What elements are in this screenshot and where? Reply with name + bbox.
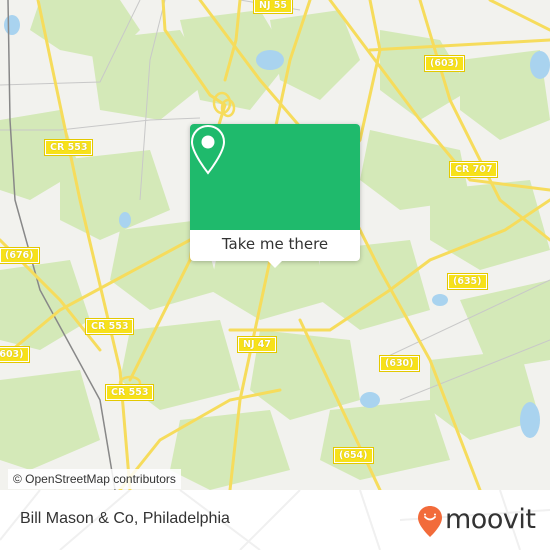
road-label-cr553: CR 553 (84, 318, 135, 335)
moovit-wordmark: moovit (445, 504, 536, 535)
road-label-603: (603) (424, 55, 465, 72)
osm-attribution[interactable]: © OpenStreetMap contributors (8, 469, 181, 489)
footer-bar: Bill Mason & Co, Philadelphia moovit (0, 490, 550, 550)
moovit-pin-icon (418, 506, 442, 537)
moovit-logo[interactable]: moovit (417, 503, 537, 537)
road-label-nj47: NJ 47 (236, 336, 278, 353)
map-view[interactable]: NJ 55 CR 553 CR 553 CR 553 (603) CR 707 … (0, 0, 550, 490)
road-label-603: (603) (0, 346, 30, 363)
road-label-cr553: CR 553 (104, 384, 155, 401)
popup-header (190, 124, 360, 230)
road-label-654: (654) (333, 447, 374, 464)
place-name: Bill Mason & Co, Philadelphia (20, 510, 230, 527)
location-popup: Take me there (190, 124, 360, 268)
road-label-cr553: CR 553 (43, 139, 94, 156)
road-label-cr707: CR 707 (448, 161, 499, 178)
map-pin-icon (190, 124, 226, 175)
road-label-635: (635) (447, 273, 488, 290)
take-me-there-button[interactable]: Take me there (190, 230, 360, 261)
popup-pointer (268, 261, 282, 268)
road-label-nj55: NJ 55 (252, 0, 294, 14)
road-label-676: (676) (0, 247, 40, 264)
road-label-630: (630) (379, 355, 420, 372)
